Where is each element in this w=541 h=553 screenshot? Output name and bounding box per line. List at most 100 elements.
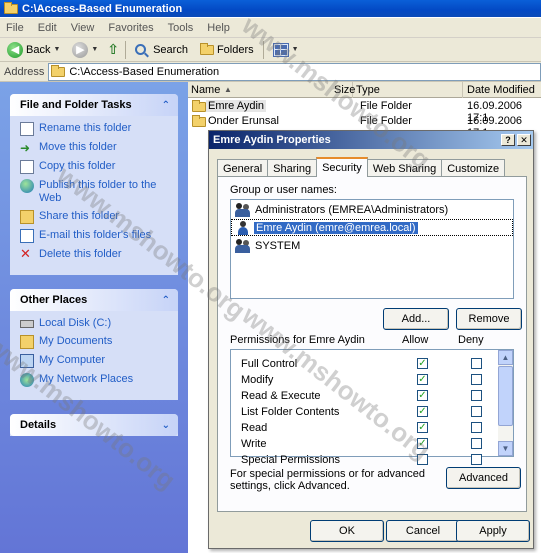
file-row[interactable]: Onder Erunsal File Folder 16.09.2006 17:… — [188, 114, 541, 139]
file-type: File Folder — [360, 100, 412, 112]
remove-button[interactable]: Remove — [456, 308, 522, 330]
column-type[interactable]: Type — [356, 84, 380, 96]
address-field[interactable]: C:\Access-Based Enumeration — [48, 62, 541, 81]
scroll-up-icon[interactable]: ▲ — [498, 350, 513, 365]
file-rows: Emre Aydin File Folder 16.09.2006 17:1 O… — [188, 99, 541, 139]
dropdown-arrow-icon[interactable]: ▼ — [53, 46, 60, 53]
dialog-title: Emre Aydin Properties — [213, 134, 331, 146]
tab-customize[interactable]: Customize — [441, 159, 506, 177]
permission-row: Full Control — [241, 356, 297, 372]
task-share[interactable]: Share this folder — [20, 210, 170, 224]
help-button[interactable]: ? — [501, 134, 515, 146]
folder-icon — [51, 64, 66, 77]
deny-checkbox[interactable] — [471, 358, 482, 369]
expand-icon[interactable]: ⌄ — [162, 420, 170, 431]
file-folder-tasks-header[interactable]: File and Folder Tasks ⌃ — [10, 94, 178, 116]
dropdown-arrow-icon[interactable]: ▼ — [91, 46, 98, 53]
place-my-documents[interactable]: My Documents — [20, 335, 170, 349]
allow-checkbox[interactable]: ✓ — [417, 438, 428, 449]
menu-edit[interactable]: Edit — [38, 22, 57, 34]
window-title-bar[interactable]: C:\Access-Based Enumeration — [0, 0, 541, 17]
task-delete[interactable]: ✕ Delete this folder — [20, 246, 170, 262]
deny-column-label: Deny — [458, 334, 484, 346]
allow-checkbox[interactable]: ✓ — [417, 358, 428, 369]
task-publish[interactable]: Publish this folder to the Web — [20, 179, 170, 205]
menu-help[interactable]: Help — [207, 22, 230, 34]
advanced-button[interactable]: Advanced — [446, 467, 521, 489]
close-icon[interactable]: ✕ — [517, 134, 531, 146]
add-button[interactable]: Add... — [383, 308, 449, 330]
task-copy[interactable]: Copy this folder — [20, 160, 170, 174]
tab-sharing[interactable]: Sharing — [267, 159, 318, 177]
other-places-header[interactable]: Other Places ⌃ — [10, 289, 178, 311]
permissions-scrollbar[interactable]: ▲ ▼ — [498, 350, 513, 456]
collapse-icon[interactable]: ⌃ — [162, 100, 170, 111]
menu-favorites[interactable]: Favorites — [108, 22, 153, 34]
apply-button[interactable]: Apply — [456, 520, 530, 542]
place-my-network[interactable]: My Network Places — [20, 373, 170, 387]
tab-security-label: Security — [322, 162, 362, 174]
folders-icon — [199, 42, 214, 55]
move-icon: ➜ — [20, 141, 31, 155]
task-publish-label: Publish this folder to the Web — [39, 179, 157, 204]
group-names-label: Group or user names: — [230, 184, 337, 196]
allow-checkbox[interactable]: ✓ — [417, 374, 428, 385]
delete-icon: ✕ — [20, 246, 31, 261]
views-button[interactable]: ▼ — [270, 42, 302, 58]
deny-checkbox[interactable] — [471, 454, 482, 465]
group-icon — [235, 238, 251, 253]
collapse-icon[interactable]: ⌃ — [162, 295, 170, 306]
user-list[interactable]: Administrators (EMREA\Administrators) Em… — [230, 199, 514, 299]
user-list-item-selected[interactable]: Emre Aydin (emre@emrea.local) — [231, 219, 513, 236]
place-my-computer[interactable]: My Computer — [20, 354, 170, 368]
folders-button[interactable]: Folders — [197, 42, 257, 57]
dialog-title-bar[interactable]: Emre Aydin Properties ? ✕ — [209, 131, 533, 149]
column-date[interactable]: Date Modified — [467, 84, 535, 96]
menu-bar: File Edit View Favorites Tools Help — [0, 18, 541, 38]
tab-web-sharing-label: Web Sharing — [372, 162, 437, 175]
permission-name: Read — [241, 422, 268, 434]
allow-checkbox[interactable]: ✓ — [417, 422, 428, 433]
forward-button[interactable]: ▶ ▼ — [69, 41, 101, 59]
permission-name: Full Control — [241, 358, 298, 370]
deny-checkbox[interactable] — [471, 438, 482, 449]
deny-checkbox[interactable] — [471, 390, 482, 401]
menu-view[interactable]: View — [71, 22, 95, 34]
file-row[interactable]: Emre Aydin File Folder 16.09.2006 17:1 — [188, 99, 541, 124]
tab-web-sharing[interactable]: Web Sharing — [366, 159, 443, 177]
search-button[interactable]: Search — [132, 43, 191, 57]
user-list-item[interactable]: SYSTEM — [231, 237, 513, 254]
back-button[interactable]: ◀ Back ▼ — [4, 41, 63, 59]
place-local-disk[interactable]: Local Disk (C:) — [20, 317, 170, 330]
task-email[interactable]: E-mail this folder's files — [20, 229, 170, 243]
tab-sharing-label: Sharing — [273, 162, 312, 175]
scroll-down-icon[interactable]: ▼ — [498, 441, 513, 456]
task-move[interactable]: ➜ Move this folder — [20, 141, 170, 155]
cancel-button[interactable]: Cancel — [386, 520, 460, 542]
permission-name: Write — [241, 438, 267, 450]
up-folder-icon[interactable]: ⇧ — [107, 41, 119, 58]
task-rename[interactable]: Rename this folder — [20, 122, 170, 136]
column-name[interactable]: Name — [191, 84, 220, 96]
deny-checkbox[interactable] — [471, 374, 482, 385]
file-folder-tasks-body: Rename this folder ➜ Move this folder Co… — [10, 116, 178, 275]
tab-general[interactable]: General — [217, 159, 269, 177]
allow-checkbox[interactable]: ✓ — [417, 406, 428, 417]
allow-checkbox[interactable]: ✓ — [417, 390, 428, 401]
deny-checkbox[interactable] — [471, 406, 482, 417]
deny-checkbox[interactable] — [471, 422, 482, 433]
ok-button[interactable]: OK — [310, 520, 384, 542]
menu-tools[interactable]: Tools — [168, 22, 194, 34]
apply-button-label: Apply — [479, 525, 507, 537]
details-header[interactable]: Details ⌄ — [10, 414, 178, 436]
column-divider[interactable] — [462, 82, 463, 98]
allow-checkbox[interactable] — [417, 454, 428, 465]
user-list-item[interactable]: Administrators (EMREA\Administrators) — [231, 201, 513, 218]
menu-file[interactable]: File — [6, 22, 24, 34]
scrollbar-thumb[interactable] — [498, 366, 513, 426]
folder-icon — [192, 115, 206, 127]
column-size[interactable]: Size — [334, 84, 355, 96]
tab-security[interactable]: Security — [316, 157, 368, 177]
security-tab-panel: Group or user names: Administrators (EMR… — [217, 176, 527, 512]
permission-row: Special Permissions — [241, 452, 340, 468]
